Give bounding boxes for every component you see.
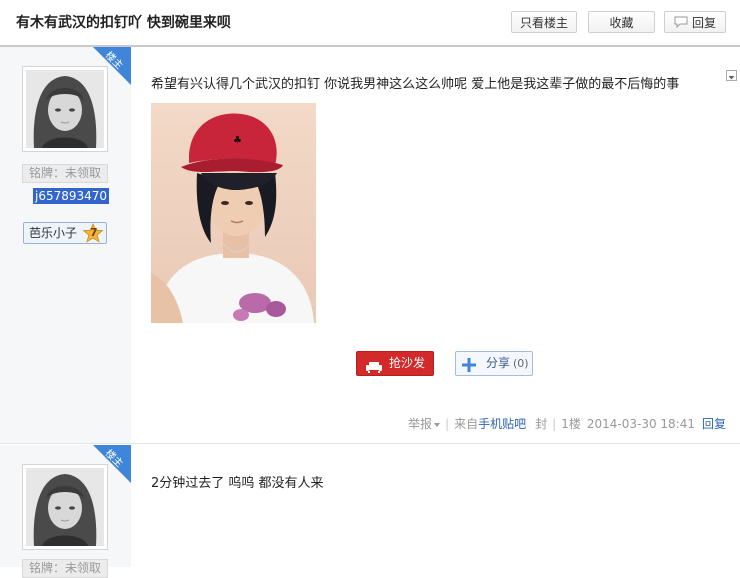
plus-icon (462, 357, 476, 380)
author-sidebar: 楼主 铭牌：未领取 j657893470 芭乐小子 7 (0, 47, 131, 443)
author-sidebar: 楼主 铭牌：未领取 (0, 445, 131, 578)
post-image[interactable]: ♣ (151, 103, 316, 323)
share-label: 分享 (486, 356, 511, 370)
level-badge[interactable]: 芭乐小子 7 (23, 222, 107, 244)
reply-button[interactable]: 回复 (664, 11, 726, 33)
speech-bubble-icon (674, 13, 688, 35)
share-count: (0) (513, 357, 529, 370)
sofa-icon (366, 358, 382, 381)
post-content: 2分钟过去了 呜呜 都没有人来 (151, 476, 324, 491)
medal-label[interactable]: 铭牌：未领取 (22, 164, 108, 183)
reply-link[interactable]: 回复 (702, 417, 726, 431)
caret-down-icon (434, 422, 441, 427)
thread-title: 有木有武汉的扣钉吖 快到碗里来呗 (16, 15, 231, 31)
favorite-button[interactable]: 收藏 (588, 11, 655, 33)
report-link[interactable]: 举报 (408, 417, 441, 431)
source-link[interactable]: 手机贴吧 (478, 417, 526, 431)
post-meta: 举报 | 来自手机贴吧封 | 1楼 2014-03-30 18:41 回复 (408, 417, 726, 431)
share-button[interactable]: 分享 (0) (455, 351, 533, 376)
thread-header: 有木有武汉的扣钉吖 快到碗里来呗 只看楼主 收藏 回复 (0, 0, 740, 47)
post-divider (0, 443, 740, 444)
reply-button-label: 回复 (691, 16, 716, 30)
level-name: 芭乐小子 (29, 226, 78, 240)
post-time: 2014-03-30 18:41 (586, 417, 695, 431)
grab-sofa-label: 抢沙发 (389, 356, 426, 370)
post-floor-2: 楼主 铭牌：未领取 2分钟过去了 呜呜 都没有人来 (0, 445, 740, 578)
username-link[interactable]: j657893470 (33, 188, 110, 204)
only-op-button[interactable]: 只看楼主 (511, 11, 577, 33)
svg-text:♣: ♣ (233, 135, 242, 146)
ban-link[interactable]: 封 (535, 417, 547, 431)
avatar[interactable] (22, 464, 108, 550)
avatar[interactable] (22, 66, 108, 152)
post-floor-1: 楼主 铭牌：未领取 j657893470 芭乐小子 7 希望有兴认得几个武汉的扣… (0, 47, 740, 443)
chevron-down-icon[interactable] (726, 70, 737, 81)
post-content: 希望有兴认得几个武汉的扣钉 你说我男神这么这么帅呢 爱上他是我这辈子做的最不后悔… (151, 77, 680, 92)
level-number: 7 (90, 226, 98, 239)
grab-sofa-button[interactable]: 抢沙发 (356, 351, 434, 376)
floor-number: 1楼 (561, 417, 581, 431)
source-prefix: 来自 (454, 417, 479, 431)
medal-label[interactable]: 铭牌：未领取 (22, 559, 108, 578)
